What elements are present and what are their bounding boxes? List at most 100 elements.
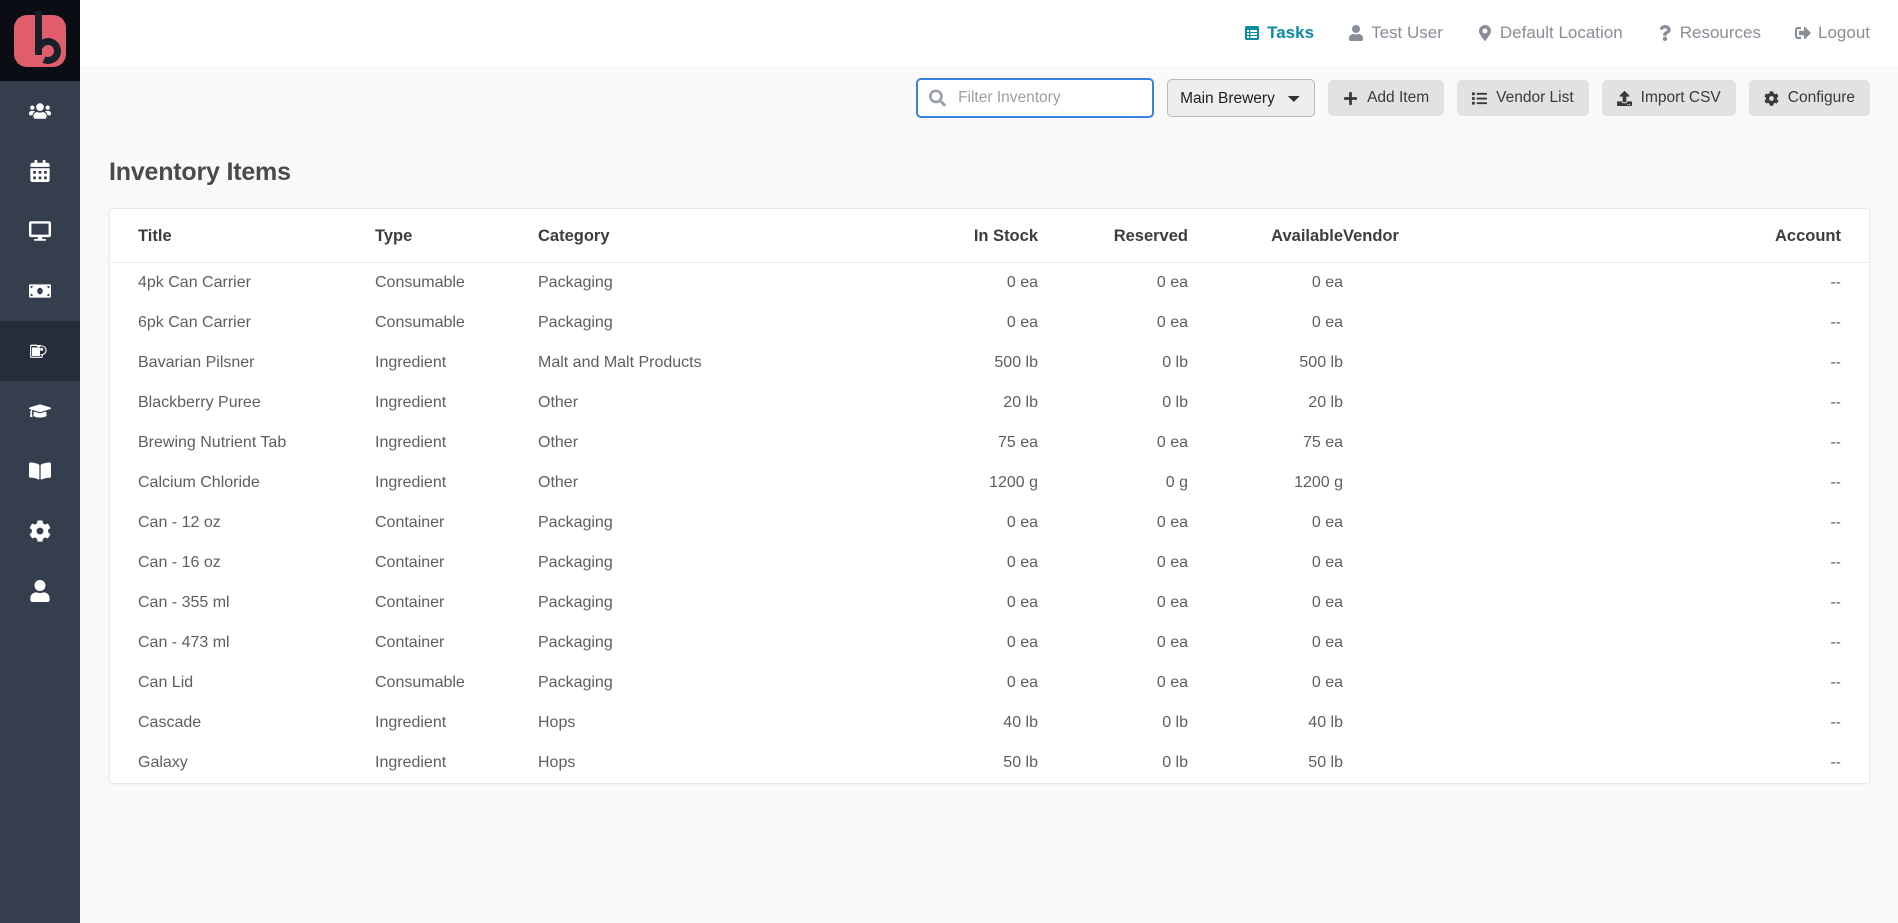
cell-account: -- xyxy=(1830,754,1841,771)
import-csv-button[interactable]: Import CSV xyxy=(1601,80,1736,116)
cell-vendor xyxy=(1343,543,1518,583)
gear-icon xyxy=(1764,90,1779,106)
sidebar-item-desktop[interactable] xyxy=(0,201,80,261)
brand-logo[interactable] xyxy=(0,0,80,81)
user-icon xyxy=(29,580,51,602)
cell-in-stock: 40 lb xyxy=(1003,714,1038,731)
table-row[interactable]: Brewing Nutrient Tab Ingredient Other 75 ea… xyxy=(110,423,1869,463)
list-icon xyxy=(1472,91,1488,106)
column-header-vendor[interactable]: Vendor xyxy=(1343,209,1518,263)
cell-title: 4pk Can Carrier xyxy=(138,274,251,291)
cell-type: Ingredient xyxy=(375,714,447,731)
column-header-type[interactable]: Type xyxy=(375,209,538,263)
table-row[interactable]: Cascade Ingredient Hops 40 lb 0 lb 40 lb -- xyxy=(110,703,1869,743)
cell-vendor xyxy=(1343,503,1518,543)
table-row[interactable]: Can Lid Consumable Packaging 0 ea 0 ea 0 ea -- xyxy=(110,663,1869,703)
column-header-category[interactable]: Category xyxy=(538,209,858,263)
cell-account: -- xyxy=(1830,554,1841,571)
cell-type: Consumable xyxy=(375,674,465,691)
cell-vendor xyxy=(1343,423,1518,463)
cell-account: -- xyxy=(1830,314,1841,331)
add-item-label: Add Item xyxy=(1367,89,1430,106)
cell-account: -- xyxy=(1830,274,1841,291)
cell-type: Container xyxy=(375,634,445,651)
cell-available: 40 lb xyxy=(1308,714,1343,731)
sidebar-item-training[interactable] xyxy=(0,381,80,441)
vendor-list-button[interactable]: Vendor List xyxy=(1457,80,1589,116)
cell-vendor xyxy=(1343,663,1518,703)
cell-reserved: 0 ea xyxy=(1156,514,1188,531)
cell-category: Other xyxy=(538,434,579,451)
table-row[interactable]: Can - 12 oz Container Packaging 0 ea 0 ea 0 e… xyxy=(110,503,1869,543)
table-row[interactable]: 6pk Can Carrier Consumable Packaging 0 ea 0 … xyxy=(110,303,1869,343)
table-row[interactable]: Bavarian Pilsner Ingredient Malt and Malt … xyxy=(110,343,1869,383)
column-header-account[interactable]: Account xyxy=(1518,209,1869,263)
cell-title: Calcium Chloride xyxy=(138,474,260,491)
upload-icon xyxy=(1616,90,1632,106)
cell-type: Consumable xyxy=(375,314,465,331)
cell-in-stock: 0 ea xyxy=(1006,554,1038,571)
topnav-item-default-location[interactable]: Default Location xyxy=(1477,23,1623,43)
column-header-title[interactable]: Title xyxy=(110,209,375,263)
topnav-item-tasks[interactable]: Tasks xyxy=(1244,23,1314,43)
location-select[interactable]: Main Brewery xyxy=(1167,79,1316,117)
cell-account: -- xyxy=(1830,394,1841,411)
table-row[interactable]: Blackberry Puree Ingredient Other 20 lb 0 lb… xyxy=(110,383,1869,423)
cell-in-stock: 20 lb xyxy=(1003,394,1038,411)
cell-in-stock: 0 ea xyxy=(1006,634,1038,651)
topnav-item-resources[interactable]: Resources xyxy=(1657,23,1761,43)
calendar-icon xyxy=(29,160,51,182)
topnav-item-logout[interactable]: Logout xyxy=(1795,23,1870,43)
brewery-logo-icon xyxy=(14,10,66,68)
sidebar-item-recipes[interactable] xyxy=(0,441,80,501)
configure-button[interactable]: Configure xyxy=(1748,80,1870,116)
cell-in-stock: 1200 g xyxy=(989,474,1038,491)
topnav-item-label: Logout xyxy=(1818,23,1870,42)
money-bill-icon xyxy=(29,280,51,302)
cell-category: Packaging xyxy=(538,594,613,611)
table-row[interactable]: Calcium Chloride Ingredient Other 1200 g 0 g… xyxy=(110,463,1869,503)
cell-reserved: 0 ea xyxy=(1156,274,1188,291)
column-header-available[interactable]: Available xyxy=(1188,209,1343,263)
table-row[interactable]: Can - 16 oz Container Packaging 0 ea 0 ea 0 e… xyxy=(110,543,1869,583)
cell-in-stock: 0 ea xyxy=(1006,274,1038,291)
sidebar-item-calendar[interactable] xyxy=(0,141,80,201)
table-row[interactable]: Can - 473 ml Container Packaging 0 ea 0 ea 0 … xyxy=(110,623,1869,663)
sign-out-icon xyxy=(1795,25,1811,41)
inventory-table-card: Title Type Category In Stock Reserved Availab… xyxy=(109,208,1870,784)
sidebar-item-billing[interactable] xyxy=(0,261,80,321)
cell-account: -- xyxy=(1830,594,1841,611)
topnav-item-test-user[interactable]: Test User xyxy=(1348,23,1443,43)
column-header-reserved[interactable]: Reserved xyxy=(1038,209,1188,263)
cell-available: 0 ea xyxy=(1311,674,1343,691)
table-row[interactable]: Galaxy Ingredient Hops 50 lb 0 lb 50 lb -- xyxy=(110,743,1869,783)
cell-in-stock: 0 ea xyxy=(1006,594,1038,611)
sidebar-item-users[interactable] xyxy=(0,81,80,141)
cell-available: 0 ea xyxy=(1311,274,1343,291)
cell-vendor xyxy=(1343,383,1518,423)
table-row[interactable]: Can - 355 ml Container Packaging 0 ea 0 ea 0 … xyxy=(110,583,1869,623)
desktop-icon xyxy=(29,220,51,242)
cell-title: Can Lid xyxy=(138,674,194,691)
sidebar-item-account[interactable] xyxy=(0,561,80,621)
sidebar-item-inventory[interactable] xyxy=(0,321,80,381)
cell-available: 0 ea xyxy=(1311,634,1343,651)
topnav-item-label: Tasks xyxy=(1267,23,1315,42)
tasks-icon xyxy=(1244,25,1260,41)
cell-category: Other xyxy=(538,394,579,411)
sidebar-item-settings[interactable] xyxy=(0,501,80,561)
map-marker-icon xyxy=(1477,25,1493,41)
column-header-in-stock[interactable]: In Stock xyxy=(858,209,1038,263)
add-item-button[interactable]: Add Item xyxy=(1328,80,1445,116)
cell-account: -- xyxy=(1830,474,1841,491)
cell-vendor xyxy=(1343,303,1518,343)
cell-vendor xyxy=(1343,263,1518,304)
sidebar-nav-list xyxy=(0,81,80,621)
cell-in-stock: 500 lb xyxy=(994,354,1038,371)
search-input[interactable] xyxy=(916,78,1155,118)
graduation-cap-icon xyxy=(29,400,51,422)
table-row[interactable]: 4pk Can Carrier Consumable Packaging 0 ea 0 … xyxy=(110,263,1869,304)
cell-account: -- xyxy=(1830,714,1841,731)
cell-type: Ingredient xyxy=(375,754,447,771)
cell-account: -- xyxy=(1830,634,1841,651)
